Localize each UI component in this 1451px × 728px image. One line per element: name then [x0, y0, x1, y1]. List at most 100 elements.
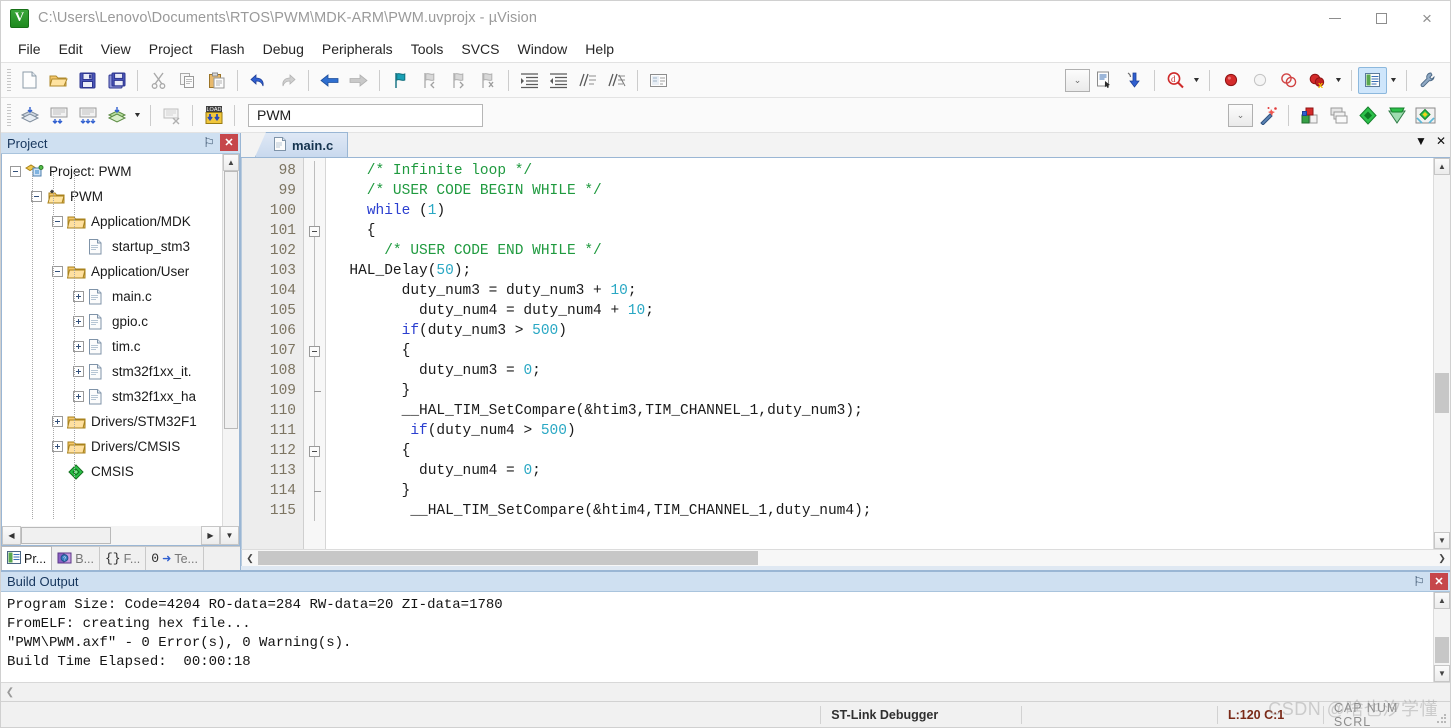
fold-cell[interactable] [304, 161, 325, 181]
code-line[interactable]: __HAL_TIM_SetCompare(&htim3,TIM_CHANNEL_… [332, 401, 1433, 421]
find-in-files-icon[interactable]: d [1161, 67, 1190, 94]
menu-edit[interactable]: Edit [50, 38, 92, 60]
code-line[interactable]: duty_num4 = 0; [332, 461, 1433, 481]
outdent-icon[interactable] [544, 67, 573, 94]
tree-item[interactable]: Drivers/STM32F1 [2, 409, 222, 434]
code-line[interactable]: { [332, 221, 1433, 241]
tree-item[interactable]: CMSIS [2, 459, 222, 484]
fold-cell[interactable] [304, 401, 325, 421]
new-file-icon[interactable] [15, 67, 44, 94]
fold-collapse-icon[interactable] [309, 346, 320, 357]
tab-templates[interactable]: 0 ➜ Te... [146, 547, 204, 570]
stop-build-icon[interactable] [157, 102, 186, 129]
batch-build-icon[interactable] [102, 102, 131, 129]
editor-tab-close-icon[interactable]: ✕ [1436, 135, 1446, 147]
build-vscroll-thumb[interactable] [1435, 637, 1449, 663]
target-select[interactable]: PWM [248, 103, 483, 127]
project-tree[interactable]: Project: PWM PWM Application/MDK startup_st… [2, 154, 222, 526]
code-line[interactable]: /* USER CODE BEGIN WHILE */ [332, 181, 1433, 201]
fold-cell[interactable] [304, 421, 325, 441]
scroll-down-icon[interactable]: ▼ [220, 526, 239, 545]
editor-scroll-up-icon[interactable]: ▲ [1434, 158, 1450, 175]
menu-help[interactable]: Help [576, 38, 623, 60]
editor-tab-dropdown-icon[interactable]: ▼ [1415, 135, 1427, 147]
editor-vscroll-thumb[interactable] [1435, 373, 1449, 413]
code-line[interactable]: /* USER CODE END WHILE */ [332, 241, 1433, 261]
tree-item[interactable]: Project: PWM [2, 159, 222, 184]
manage-project-items-icon[interactable] [1324, 102, 1353, 129]
scroll-right-icon[interactable]: ▶ [201, 526, 220, 545]
tree-item[interactable]: Drivers/CMSIS [2, 434, 222, 459]
hscroll-track[interactable] [21, 526, 201, 545]
fold-cell[interactable] [304, 341, 325, 361]
fold-cell[interactable] [304, 441, 325, 461]
code-line[interactable]: } [332, 381, 1433, 401]
bookmark-toggle-icon[interactable] [386, 67, 415, 94]
breakpoint-kill-all-icon[interactable]: x [1303, 67, 1332, 94]
uncomment-icon[interactable] [602, 67, 631, 94]
code-line[interactable]: while (1) [332, 201, 1433, 221]
code-line[interactable]: { [332, 441, 1433, 461]
build-pin-icon[interactable]: ⚐ [1411, 573, 1427, 590]
fold-cell[interactable] [304, 221, 325, 241]
select-software-packs-icon[interactable] [1411, 102, 1440, 129]
indent-icon[interactable] [515, 67, 544, 94]
menu-file[interactable]: File [9, 38, 50, 60]
fold-cell[interactable] [304, 321, 325, 341]
tree-item[interactable]: stm32f1xx_it. [2, 359, 222, 384]
code-line[interactable]: duty_num3 = duty_num3 + 10; [332, 281, 1433, 301]
redo-icon[interactable] [273, 67, 302, 94]
code-line[interactable]: if(duty_num4 > 500) [332, 421, 1433, 441]
build-scroll-left-icon[interactable]: ❮ [1, 687, 19, 698]
resize-grip[interactable] [1436, 713, 1447, 724]
menu-project[interactable]: Project [140, 38, 202, 60]
fold-cell[interactable] [304, 281, 325, 301]
build-icon[interactable] [44, 102, 73, 129]
scroll-left-icon[interactable]: ◀ [2, 526, 21, 545]
collapse-icon[interactable] [10, 166, 21, 177]
hscroll-thumb[interactable] [21, 527, 111, 544]
menu-debug[interactable]: Debug [254, 38, 313, 60]
pin-icon[interactable]: ⚐ [201, 134, 217, 151]
editor-vscroll-track[interactable] [1434, 175, 1450, 532]
tree-item[interactable]: PWM [2, 184, 222, 209]
build-scroll-up-icon[interactable]: ▲ [1434, 592, 1450, 609]
build-vscroll-track[interactable] [1434, 609, 1450, 665]
close-button[interactable]: × [1404, 1, 1450, 35]
bookmark-prev-icon[interactable] [415, 67, 444, 94]
fold-collapse-icon[interactable] [309, 446, 320, 457]
fold-cell[interactable] [304, 361, 325, 381]
editor-hscroll-thumb[interactable] [258, 551, 758, 565]
tree-item[interactable]: startup_stm3 [2, 234, 222, 259]
project-tree-vscrollbar[interactable]: ▲ [222, 154, 239, 526]
batch-build-caret[interactable] [131, 102, 144, 129]
menu-view[interactable]: View [92, 38, 140, 60]
minimize-button[interactable] [1312, 1, 1358, 35]
menu-flash[interactable]: Flash [201, 38, 253, 60]
start-debug-icon[interactable] [1119, 67, 1148, 94]
fold-cell[interactable] [304, 381, 325, 401]
target-wizard-icon[interactable] [1253, 102, 1282, 129]
code-view[interactable]: 98 99 100 101 102 103 104 105 106 107 108 109 110 111… [241, 158, 1433, 549]
vscroll-thumb[interactable] [224, 171, 238, 429]
scroll-up-icon[interactable]: ▲ [223, 154, 239, 171]
tree-item[interactable]: gpio.c [2, 309, 222, 334]
editor-tab-main-c[interactable]: main.c [255, 132, 349, 157]
menu-window[interactable]: Window [509, 38, 577, 60]
tab-books[interactable]: ? B... [52, 547, 100, 570]
bookmark-clear-icon[interactable] [473, 67, 502, 94]
code-text[interactable]: /* Infinite loop */ /* USER CODE BEGIN W… [326, 158, 1433, 549]
breakpoint-options-caret[interactable] [1332, 67, 1345, 94]
undo-icon[interactable] [244, 67, 273, 94]
breakpoint-insert-icon[interactable] [1216, 67, 1245, 94]
fold-cell[interactable] [304, 461, 325, 481]
comment-icon[interactable] [573, 67, 602, 94]
cut-icon[interactable] [144, 67, 173, 94]
translate-icon[interactable] [15, 102, 44, 129]
code-line[interactable]: duty_num4 = duty_num4 + 10; [332, 301, 1433, 321]
menu-peripherals[interactable]: Peripherals [313, 38, 402, 60]
fold-collapse-icon[interactable] [309, 226, 320, 237]
editor-scroll-left-icon[interactable]: ❮ [242, 550, 258, 566]
code-line[interactable]: duty_num3 = 0; [332, 361, 1433, 381]
fold-cell[interactable] [304, 501, 325, 521]
